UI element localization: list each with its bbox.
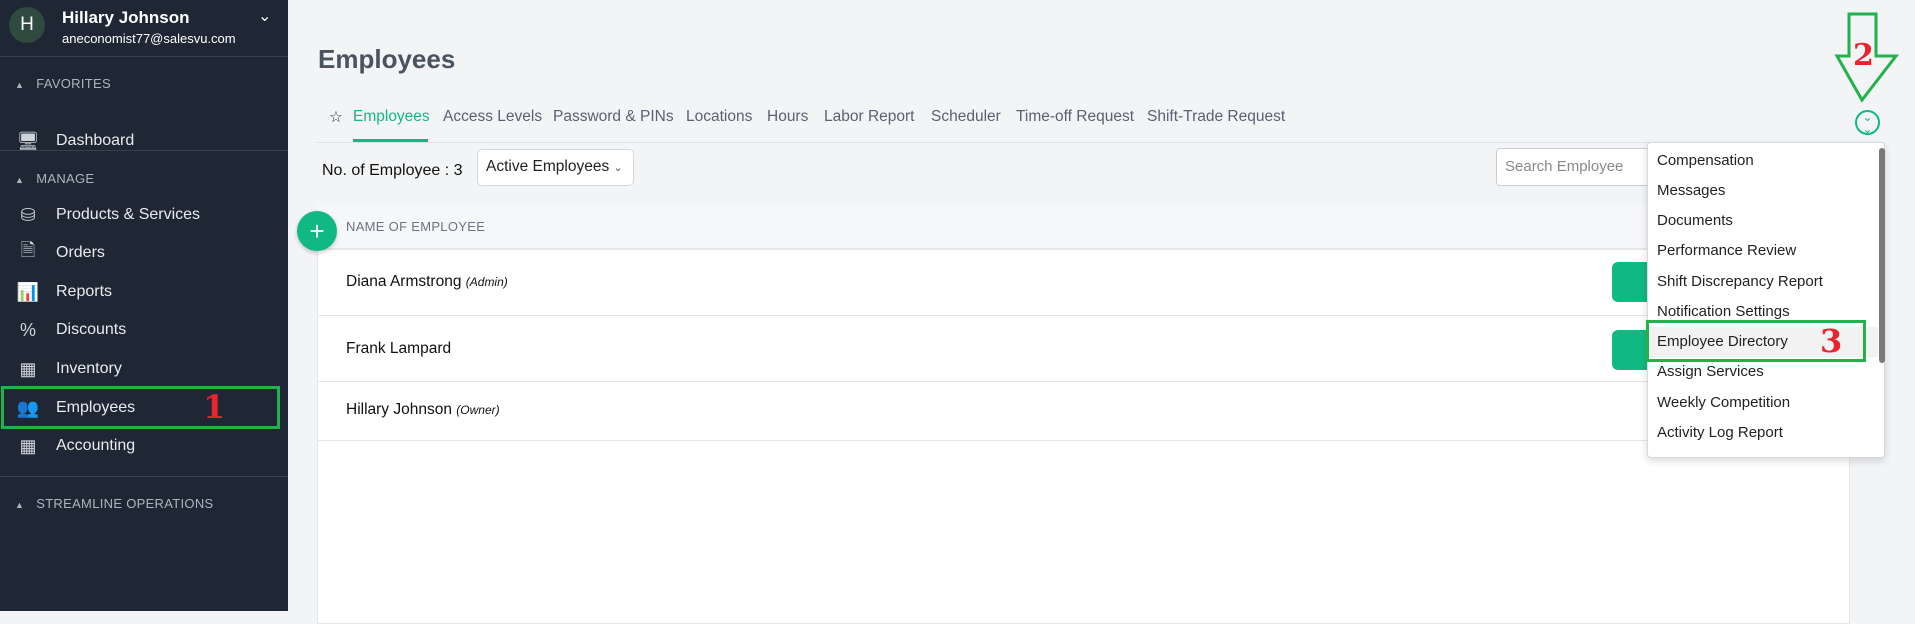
tab-scheduler[interactable]: Scheduler [931, 108, 1001, 126]
tab-access-levels[interactable]: Access Levels [443, 108, 542, 126]
section-label: MANAGE [36, 171, 95, 186]
annotation-box-1 [1, 386, 280, 429]
caret-up-icon: ▲ [15, 175, 25, 185]
sidebar: H Hillary Johnson aneconomist77@salesvu.… [0, 0, 288, 611]
sidebar-item-inventory[interactable]: ▦ Inventory [14, 352, 122, 386]
employee-name[interactable]: Hillary Johnson (Owner) [346, 401, 500, 419]
employee-name[interactable]: Frank Lampard [346, 340, 451, 358]
tab-time-off-request[interactable]: Time-off Request [1016, 108, 1134, 126]
tab-password-pins[interactable]: Password & PINs [553, 108, 674, 126]
divider [0, 150, 288, 151]
table-header [317, 204, 1850, 250]
table-row[interactable] [318, 383, 1849, 441]
menu-item-performance-review[interactable]: Performance Review [1648, 236, 1878, 266]
sidebar-item-label: Inventory [56, 360, 122, 377]
sidebar-item-discounts[interactable]: % Discounts [14, 313, 126, 347]
sidebar-item-label: Reports [56, 283, 113, 300]
sidebar-item-label: Products & Services [56, 206, 201, 223]
select-value: Active Employees [486, 158, 610, 175]
divider [317, 142, 1850, 143]
role-badge: (Admin) [465, 275, 508, 289]
tab-employees[interactable]: Employees [353, 108, 430, 126]
sidebar-item-dashboard[interactable]: 🖥 Dashboard [14, 124, 135, 158]
employee-status-select[interactable]: Active Employees ⌄ [477, 149, 634, 186]
discount-icon: % [19, 319, 36, 340]
user-name[interactable]: Hillary Johnson [62, 8, 190, 28]
sidebar-item-label: Discounts [56, 321, 127, 338]
menu-item-compensation[interactable]: Compensation [1648, 146, 1878, 176]
sidebar-item-products[interactable]: ⛁ Products & Services [14, 198, 200, 232]
user-email: aneconomist77@salesvu.com [62, 31, 236, 46]
caret-up-icon: ▲ [15, 500, 25, 510]
tab-hours[interactable]: Hours [767, 108, 808, 126]
chevron-down-icon: ⌄ [613, 162, 623, 174]
plus-icon: + [309, 215, 325, 246]
tab-shift-trade-request[interactable]: Shift-Trade Request [1147, 108, 1285, 126]
star-icon[interactable]: ☆ [329, 108, 343, 127]
calculator-icon: ▦ [19, 435, 37, 456]
caret-up-icon: ▲ [15, 80, 25, 90]
section-favorites[interactable]: ▲ FAVORITES [15, 76, 111, 91]
section-streamline[interactable]: ▲ STREAMLINE OPERATIONS [15, 496, 213, 511]
section-label: FAVORITES [36, 76, 111, 91]
employee-name[interactable]: Diana Armstrong (Admin) [346, 273, 508, 291]
chevron-down-icon[interactable]: ⌄ [258, 6, 271, 26]
role-badge: (Owner) [456, 403, 500, 417]
products-icon: ⛁ [20, 204, 36, 225]
divider [0, 56, 288, 57]
page-title: Employees [318, 44, 456, 74]
menu-item-shift-discrepancy-report[interactable]: Shift Discrepancy Report [1648, 267, 1878, 297]
menu-item-weekly-competition[interactable]: Weekly Competition [1648, 388, 1878, 418]
menu-item-messages[interactable]: Messages [1648, 176, 1878, 206]
name-text: Diana Armstrong [346, 273, 462, 290]
section-manage[interactable]: ▲ MANAGE [15, 171, 94, 186]
annotation-number-3: 3 [1820, 322, 1843, 360]
annotation-number-1: 1 [203, 388, 226, 426]
menu-scrollbar[interactable] [1879, 148, 1885, 363]
divider [0, 476, 288, 477]
sidebar-item-label: Accounting [56, 437, 136, 454]
menu-item-activity-log-report[interactable]: Activity Log Report [1648, 418, 1878, 448]
more-tabs-button[interactable]: ⌄ ⌄ [1855, 110, 1880, 135]
sidebar-item-label: Dashboard [56, 132, 135, 149]
avatar: H [9, 7, 45, 43]
employee-count: No. of Employee : 3 [322, 162, 463, 179]
name-text: Frank Lampard [346, 340, 452, 357]
sidebar-item-label: Orders [56, 244, 105, 261]
annotation-number-2: 2 [1853, 38, 1874, 73]
orders-icon: 🗎 [20, 240, 36, 260]
section-label: STREAMLINE OPERATIONS [36, 496, 214, 511]
sidebar-item-accounting[interactable]: ▦ Accounting [14, 429, 135, 463]
tab-labor-report[interactable]: Labor Report [824, 108, 914, 126]
double-chevron-down-icon: ⌄ ⌄ [1862, 109, 1873, 136]
add-employee-button[interactable]: + [297, 211, 337, 251]
column-header-name[interactable]: NAME OF EMPLOYEE [346, 219, 485, 234]
reports-icon: 📊 [16, 281, 40, 302]
sidebar-item-orders[interactable]: 🗎 Orders [14, 236, 105, 270]
more-tabs-menu: Compensation Messages Documents Performa… [1647, 142, 1885, 458]
name-text: Hillary Johnson [346, 401, 452, 418]
menu-item-documents[interactable]: Documents [1648, 206, 1878, 236]
tab-locations[interactable]: Locations [686, 108, 752, 126]
sidebar-item-reports[interactable]: 📊 Reports [14, 275, 112, 309]
inventory-icon: ▦ [19, 358, 37, 379]
